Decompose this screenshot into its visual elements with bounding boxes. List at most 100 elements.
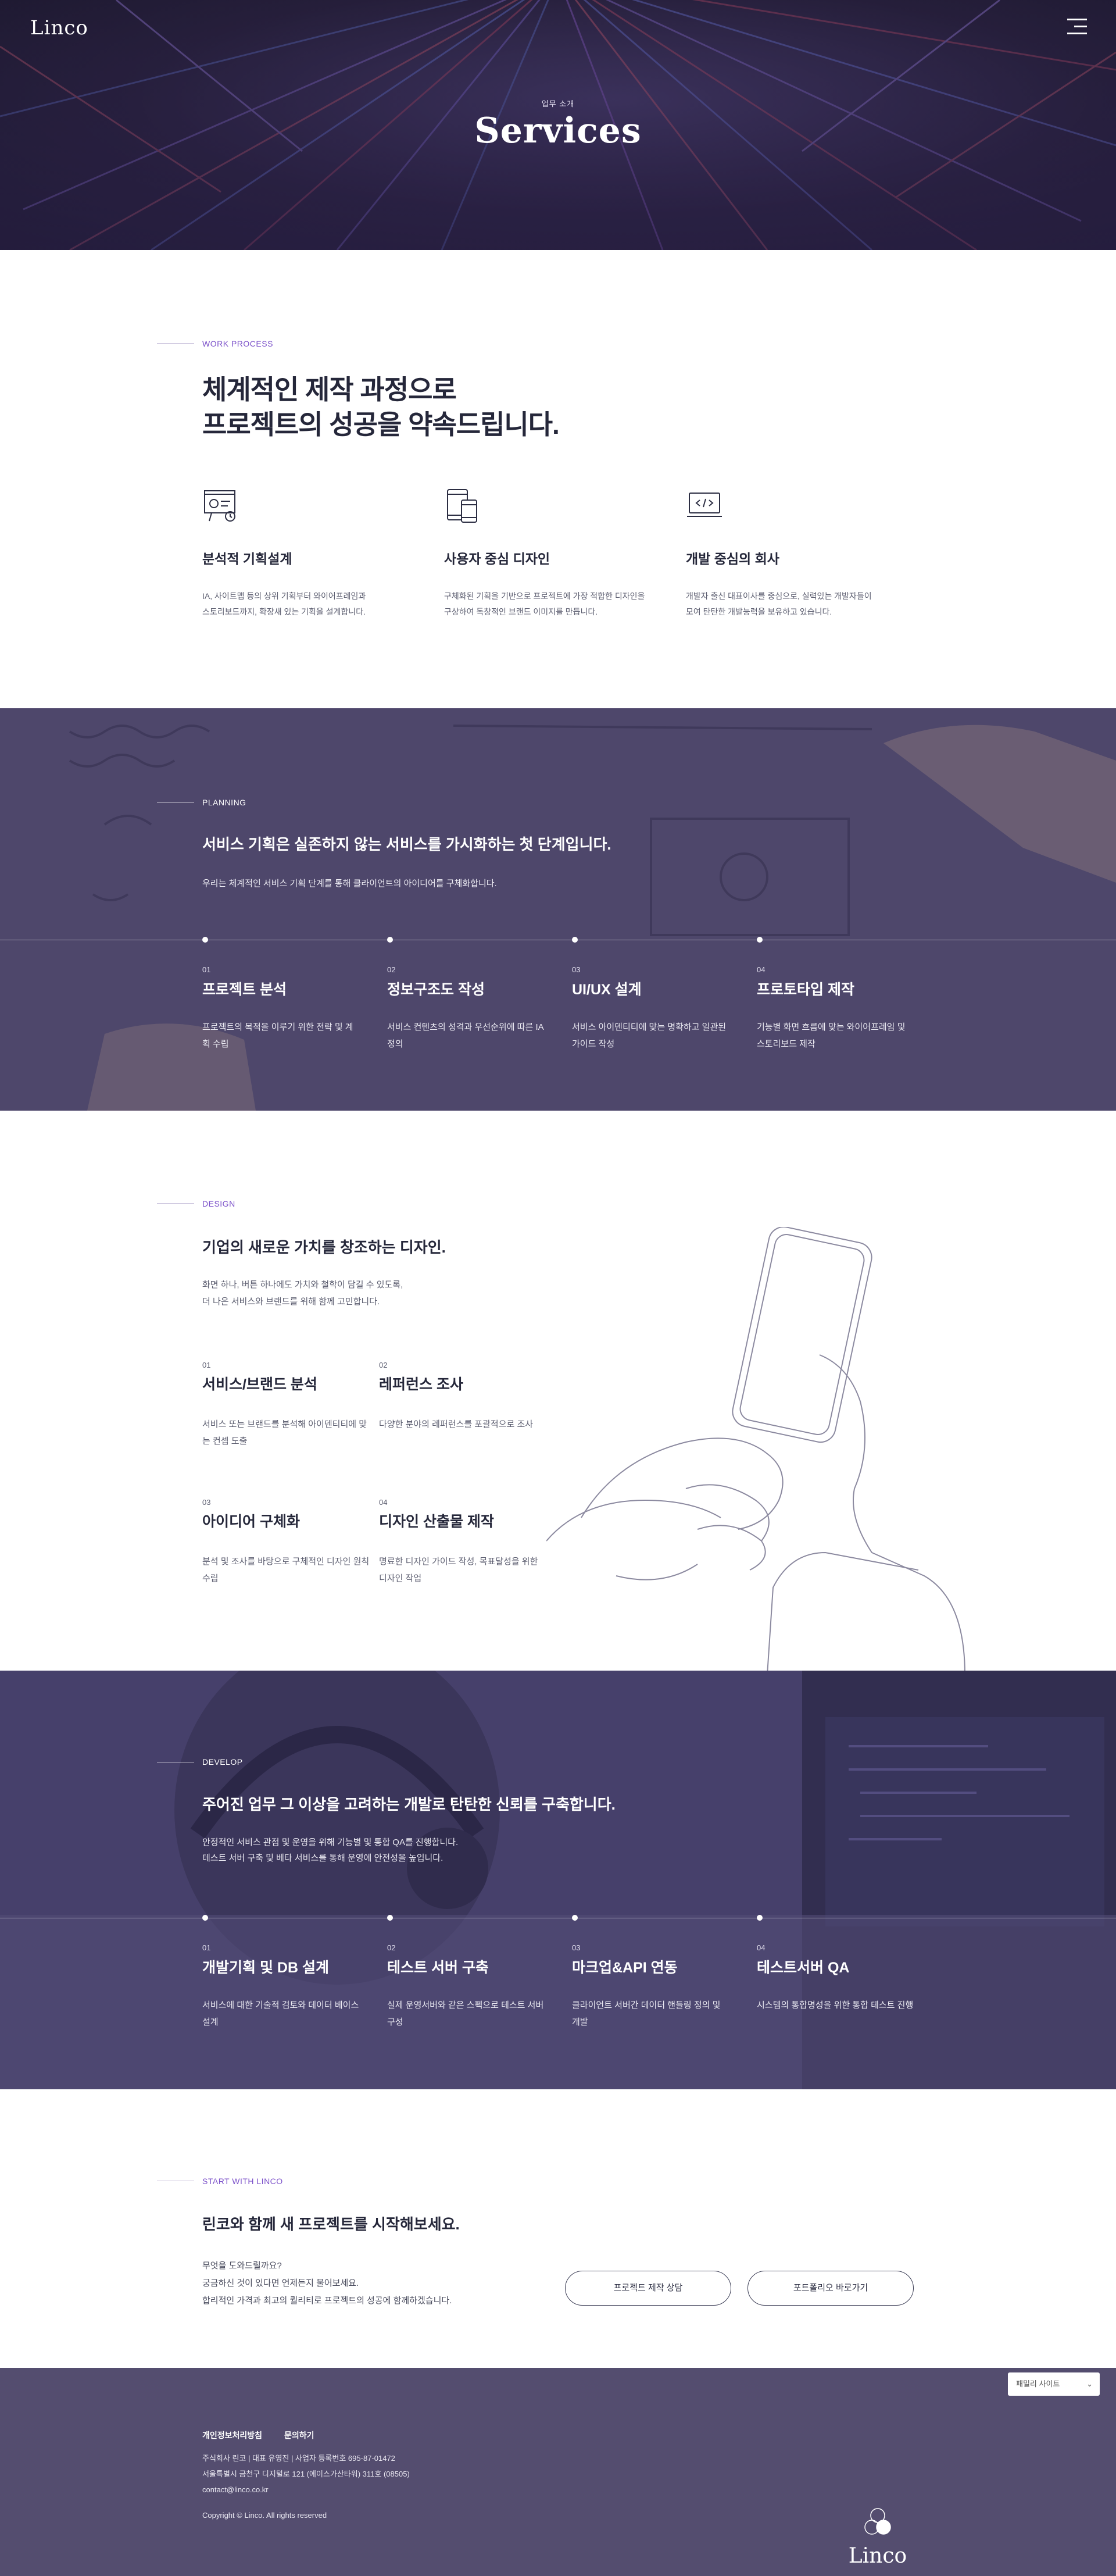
feature-title: 분석적 기획설계 bbox=[202, 551, 292, 566]
feature-title: 개발 중심의 회사 bbox=[686, 551, 779, 566]
develop-desc-line: 테스트 서버 구축 및 베타 서비스를 통해 운영에 안전성을 높입니다. bbox=[202, 1853, 443, 1863]
section-eyebrow-work-process: WORK PROCESS bbox=[202, 339, 273, 348]
contact-desc-line: 합리적인 가격과 최고의 퀄리티로 프로젝트의 성공에 함께하겠습니다. bbox=[202, 2296, 452, 2306]
planning-desc: 우리는 체계적인 서비스 기획 단계를 통해 클라이언트의 아이디어를 구체화합… bbox=[202, 879, 497, 889]
step-title: 개발기획 및 DB 설계 bbox=[202, 1960, 329, 1976]
company-registration: 주식회사 린코 | 대표 유영진 | 사업자 등록번호 695-87-01472 bbox=[202, 2454, 395, 2463]
work-process-title-line2: 프로젝트의 성공을 약속드립니다. bbox=[202, 409, 560, 440]
timeline-dot bbox=[757, 937, 763, 943]
step-desc: 서비스 또는 브랜드를 분석해 아이덴티티에 맞는 컨셉 도출 bbox=[202, 1419, 367, 1446]
step-desc: 다양한 분야의 레퍼런스를 포괄적으로 조사 bbox=[379, 1419, 534, 1429]
company-address: 서울특별시 금천구 디지털로 121 (에이스가산타워) 311호 (08505… bbox=[202, 2470, 410, 2478]
contact-desc-line: 궁금하신 것이 있다면 언제든지 물어보세요. bbox=[202, 2278, 359, 2288]
step-desc: 서비스에 대한 기술적 검토와 데이터 베이스 설계 bbox=[202, 2000, 359, 2027]
divider-line bbox=[157, 1203, 194, 1204]
family-site-label: 패밀리 사이트 bbox=[1016, 2379, 1060, 2388]
feature-analysis: 분석적 기획설계 IA, 사이트맵 등의 상위 기획부터 와이어프레임과 스토리보… bbox=[202, 487, 412, 620]
timeline-dot bbox=[202, 1915, 208, 1921]
design-desc-line: 더 나은 서비스와 브랜드를 위해 함께 고민합니다. bbox=[202, 1297, 380, 1307]
step-title: 아이디어 구체화 bbox=[202, 1514, 300, 1530]
inquiry-link[interactable]: 문의하기 bbox=[284, 2431, 314, 2440]
feature-development: 개발 중심의 회사 개발자 출신 대표이사를 중심으로, 실력있는 개발자들이 모… bbox=[686, 487, 895, 620]
step-number: 03 bbox=[572, 1943, 581, 1952]
page-title: Services bbox=[474, 110, 642, 151]
section-eyebrow-design: DESIGN bbox=[202, 1199, 235, 1208]
step-title: UI/UX 설계 bbox=[572, 982, 642, 998]
work-process-title: 체계적인 제작 과정으로 프로젝트의 성공을 약속드립니다. bbox=[202, 372, 560, 442]
hand-holding-phone-illustration bbox=[546, 1227, 965, 1675]
work-process-title-line1: 체계적인 제작 과정으로 bbox=[202, 374, 457, 405]
feature-desc: 구체화된 기획을 기반으로 프로젝트에 가장 적합한 디자인을 bbox=[444, 591, 645, 601]
family-site-select[interactable]: 패밀리 사이트 ⌄ bbox=[1008, 2372, 1100, 2396]
contact-desc: 무엇을 도와드릴까요? 궁금하신 것이 있다면 언제든지 물어보세요. 합리적인… bbox=[202, 2257, 452, 2310]
step-title: 디자인 산출물 제작 bbox=[379, 1514, 494, 1530]
section-eyebrow-develop: DEVELOP bbox=[202, 1757, 243, 1767]
feature-title: 사용자 중심 디자인 bbox=[444, 551, 550, 566]
hamburger-menu-icon[interactable] bbox=[1067, 19, 1087, 35]
step-number: 03 bbox=[572, 965, 581, 974]
divider-line bbox=[157, 802, 194, 803]
step-number: 04 bbox=[379, 1498, 388, 1507]
feature-design: 사용자 중심 디자인 구체화된 기획을 기반으로 프로젝트에 가장 적합한 디자… bbox=[444, 487, 653, 620]
step-number: 02 bbox=[387, 1943, 396, 1952]
privacy-policy-link[interactable]: 개인정보처리방침 bbox=[202, 2431, 262, 2440]
timeline-dot bbox=[572, 937, 578, 943]
hero-banner: Linco 업무 소개 Services bbox=[0, 0, 1116, 250]
hero-subtitle: 업무 소개 bbox=[541, 99, 575, 108]
feature-desc: 모여 탄탄한 개발능력을 보유하고 있습니다. bbox=[686, 607, 832, 616]
timeline-dot bbox=[202, 937, 208, 943]
design-desc: 화면 하나, 버튼 하나에도 가치와 철학이 담길 수 있도록, 더 나은 서비스… bbox=[202, 1276, 403, 1310]
step-title: 마크업&API 연동 bbox=[572, 1960, 678, 1976]
step-title: 프로토타입 제작 bbox=[757, 982, 854, 998]
design-step: 04 디자인 산출물 제작 명료한 디자인 가이드 작성, 목표달성을 위한 디자인… bbox=[379, 1498, 548, 1587]
step-desc: 프로젝트의 목적을 이루기 위한 전략 및 계획 수립 bbox=[202, 1022, 353, 1049]
step-title: 테스트서버 QA bbox=[757, 1960, 850, 1976]
footer-logo-text: Linco bbox=[848, 2544, 907, 2568]
timeline-dot bbox=[572, 1915, 578, 1921]
contact-desc-line: 무엇을 도와드릴까요? bbox=[202, 2261, 282, 2271]
step-title: 테스트 서버 구축 bbox=[387, 1960, 489, 1976]
step-number: 01 bbox=[202, 1943, 211, 1952]
portfolio-button[interactable]: 포트폴리오 바로가기 bbox=[747, 2271, 914, 2306]
whiteboard-background-image bbox=[0, 708, 1116, 1111]
step-desc: 클라이언트 서버간 데이터 핸들링 정의 및 개발 bbox=[572, 2000, 721, 2027]
step-number: 01 bbox=[202, 1361, 211, 1369]
step-number: 03 bbox=[202, 1498, 211, 1507]
feature-desc: IA, 사이트맵 등의 상위 기획부터 와이어프레임과 bbox=[202, 591, 366, 601]
step-number: 02 bbox=[379, 1361, 388, 1369]
section-eyebrow-planning: PLANNING bbox=[202, 798, 246, 807]
copyright: Copyright © Linco. All rights reserved bbox=[202, 2511, 327, 2520]
timeline-dot bbox=[387, 1915, 393, 1921]
devices-icon bbox=[447, 489, 477, 523]
design-step: 02 레퍼런스 조사 다양한 분야의 레퍼런스를 포괄적으로 조사 bbox=[379, 1361, 548, 1433]
develop-desc: 안정적인 서비스 관점 및 운영을 위해 기능별 및 통합 QA를 진행합니다.… bbox=[202, 1835, 458, 1866]
step-number: 02 bbox=[387, 965, 396, 974]
step-desc: 서비스 컨텐츠의 성격과 우선순위에 따른 IA 정의 bbox=[387, 1022, 543, 1049]
step-number: 04 bbox=[757, 965, 766, 974]
step-title: 서비스/브랜드 분석 bbox=[202, 1376, 317, 1393]
design-title: 기업의 새로운 가치를 창조하는 디자인. bbox=[202, 1239, 446, 1256]
project-inquiry-button[interactable]: 프로젝트 제작 상담 bbox=[565, 2271, 731, 2306]
design-step: 01 서비스/브랜드 분석서비스 또는 브랜드를 분석해 아이덴티티에 맞는 컨셉… bbox=[202, 1361, 371, 1450]
step-title: 프로젝트 분석 bbox=[202, 982, 287, 998]
step-desc: 실제 운영서버와 같은 스펙으로 테스트 서버 구성 bbox=[387, 2000, 544, 2027]
site-logo[interactable]: Linco bbox=[30, 16, 88, 40]
company-info: 주식회사 린코 | 대표 유영진 | 사업자 등록번호 695-87-01472… bbox=[202, 2450, 410, 2497]
develop-desc-line: 안정적인 서비스 관점 및 운영을 위해 기능별 및 통합 QA를 진행합니다. bbox=[202, 1838, 459, 1847]
develop-title: 주어진 업무 그 이상을 고려하는 개발로 탄탄한 신뢰를 구축합니다. bbox=[202, 1796, 616, 1813]
company-email[interactable]: contact@linco.co.kr bbox=[202, 2482, 410, 2497]
footer-links: 개인정보처리방침 문의하기 bbox=[202, 2429, 334, 2441]
feature-desc: 구상하여 독창적인 브랜드 이미지를 만듭니다. bbox=[444, 607, 598, 616]
presentation-board-icon bbox=[204, 490, 235, 522]
step-number: 01 bbox=[202, 965, 211, 974]
develop-section: DEVELOP 주어진 업무 그 이상을 고려하는 개발로 탄탄한 신뢰를 구축… bbox=[0, 1671, 1116, 2089]
planning-section: PLANNING 서비스 기획은 실존하지 않는 서비스를 가시화하는 첫 단계… bbox=[0, 708, 1116, 1111]
design-step: 03 아이디어 구체화 분석 및 조사를 바탕으로 구체적인 디자인 원칙 수립 bbox=[202, 1498, 371, 1587]
logo-mark-icon bbox=[864, 2508, 891, 2535]
design-desc-line: 화면 하나, 버튼 하나에도 가치와 철학이 담길 수 있도록, bbox=[202, 1280, 403, 1290]
chevron-down-icon: ⌄ bbox=[1086, 2379, 1093, 2388]
divider-line bbox=[157, 343, 194, 344]
step-title: 정보구조도 작성 bbox=[387, 982, 485, 998]
timeline-dot bbox=[387, 937, 393, 943]
step-number: 04 bbox=[757, 1943, 766, 1952]
